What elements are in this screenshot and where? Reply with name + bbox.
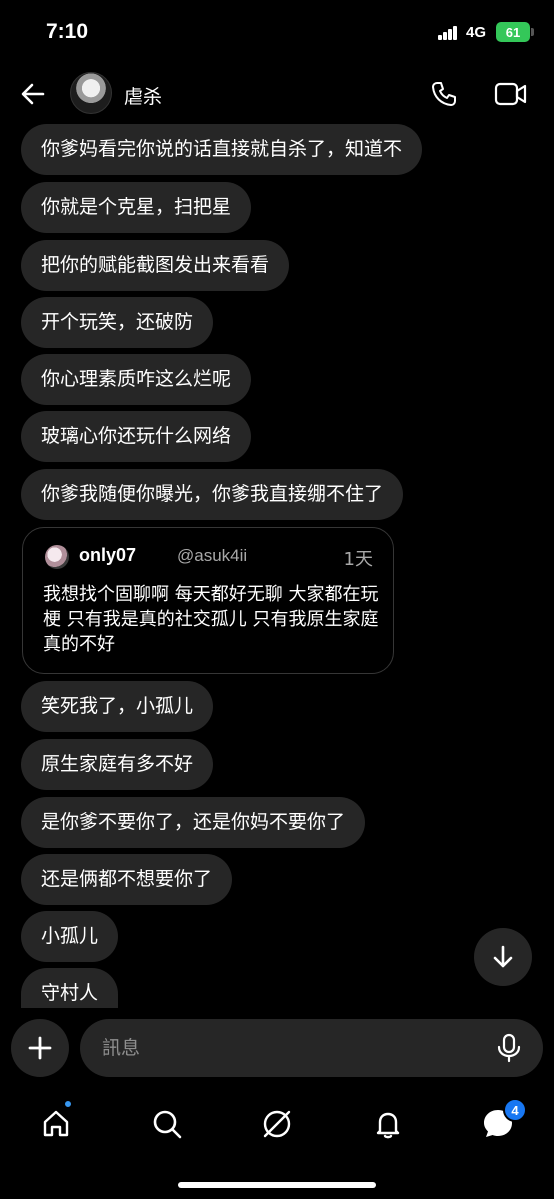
video-call-icon[interactable] — [494, 81, 528, 107]
bottom-navigation: 4 — [0, 1090, 554, 1160]
search-icon — [153, 1110, 182, 1139]
post-author-username: only07 — [79, 545, 137, 565]
network-type: 4G — [466, 24, 487, 41]
nav-home[interactable] — [36, 1104, 76, 1144]
post-author-handle: @asuk4ii — [177, 546, 248, 565]
nav-notifications[interactable] — [368, 1104, 408, 1144]
message-bubble[interactable]: 笑死我了，小孤儿 — [21, 681, 214, 732]
message-bubble[interactable]: 把你的赋能截图发出来看看 — [21, 240, 290, 291]
bell-icon — [376, 1112, 400, 1139]
phone-call-icon[interactable] — [430, 80, 458, 108]
home-indicator — [178, 1182, 376, 1188]
scroll-to-bottom-button[interactable] — [474, 928, 532, 986]
post-author-avatar — [45, 545, 69, 569]
message-input[interactable] — [102, 1019, 482, 1077]
battery-tip — [531, 28, 534, 36]
compass-icon — [263, 1110, 291, 1138]
contact-name[interactable]: 虐杀 — [124, 82, 162, 109]
message-composer — [80, 1019, 543, 1077]
back-arrow-icon[interactable] — [18, 79, 48, 109]
post-time: 1天 — [343, 549, 373, 570]
message-bubble[interactable]: 开个玩笑，还破防 — [21, 297, 214, 348]
chat-header: 虐杀 — [0, 66, 554, 122]
message-bubble[interactable]: 原生家庭有多不好 — [21, 739, 214, 790]
status-bar: 7:10 4G 61 — [0, 0, 554, 66]
message-bubble[interactable]: 是你爹不要你了，还是你妈不要你了 — [21, 797, 366, 848]
contact-avatar[interactable] — [70, 72, 112, 114]
message-bubble[interactable]: 玻璃心你还玩什么网络 — [21, 411, 252, 462]
message-bubble[interactable]: 守村人 — [21, 968, 119, 1008]
shared-post-card[interactable]: only07 @asuk4ii 1天 我想找个固聊啊 每天都好无聊 大家都在玩梗… — [22, 527, 394, 674]
message-bubble[interactable]: 你就是个克星，扫把星 — [21, 182, 252, 233]
nav-explore[interactable] — [257, 1104, 297, 1144]
message-bubble[interactable]: 还是俩都不想要你了 — [21, 854, 233, 905]
home-notification-dot — [64, 1100, 72, 1108]
message-bubble[interactable]: 小孤儿 — [21, 911, 119, 962]
battery-level: 61 — [505, 24, 521, 40]
home-icon — [43, 1110, 69, 1137]
battery-icon: 61 — [496, 22, 530, 42]
post-text: 我想找个固聊啊 每天都好无聊 大家都在玩梗 只有我是真的社交孤儿 只有我原生家庭… — [43, 584, 379, 655]
microphone-icon[interactable] — [496, 1033, 522, 1063]
add-attachment-button[interactable] — [11, 1019, 69, 1077]
message-bubble[interactable]: 你爹我随便你曝光，你爹我直接绷不住了 — [21, 469, 404, 520]
status-time: 7:10 — [46, 20, 89, 43]
nav-search[interactable] — [147, 1104, 187, 1144]
arrow-down-icon — [493, 945, 513, 968]
signal-icon — [438, 26, 458, 40]
message-bubble[interactable]: 你爹妈看完你说的话直接就自杀了，知道不 — [21, 124, 423, 175]
message-bubble[interactable]: 你心理素质咋这么烂呢 — [21, 354, 252, 405]
messages-count-badge: 4 — [503, 1098, 527, 1122]
plus-icon — [28, 1036, 52, 1060]
